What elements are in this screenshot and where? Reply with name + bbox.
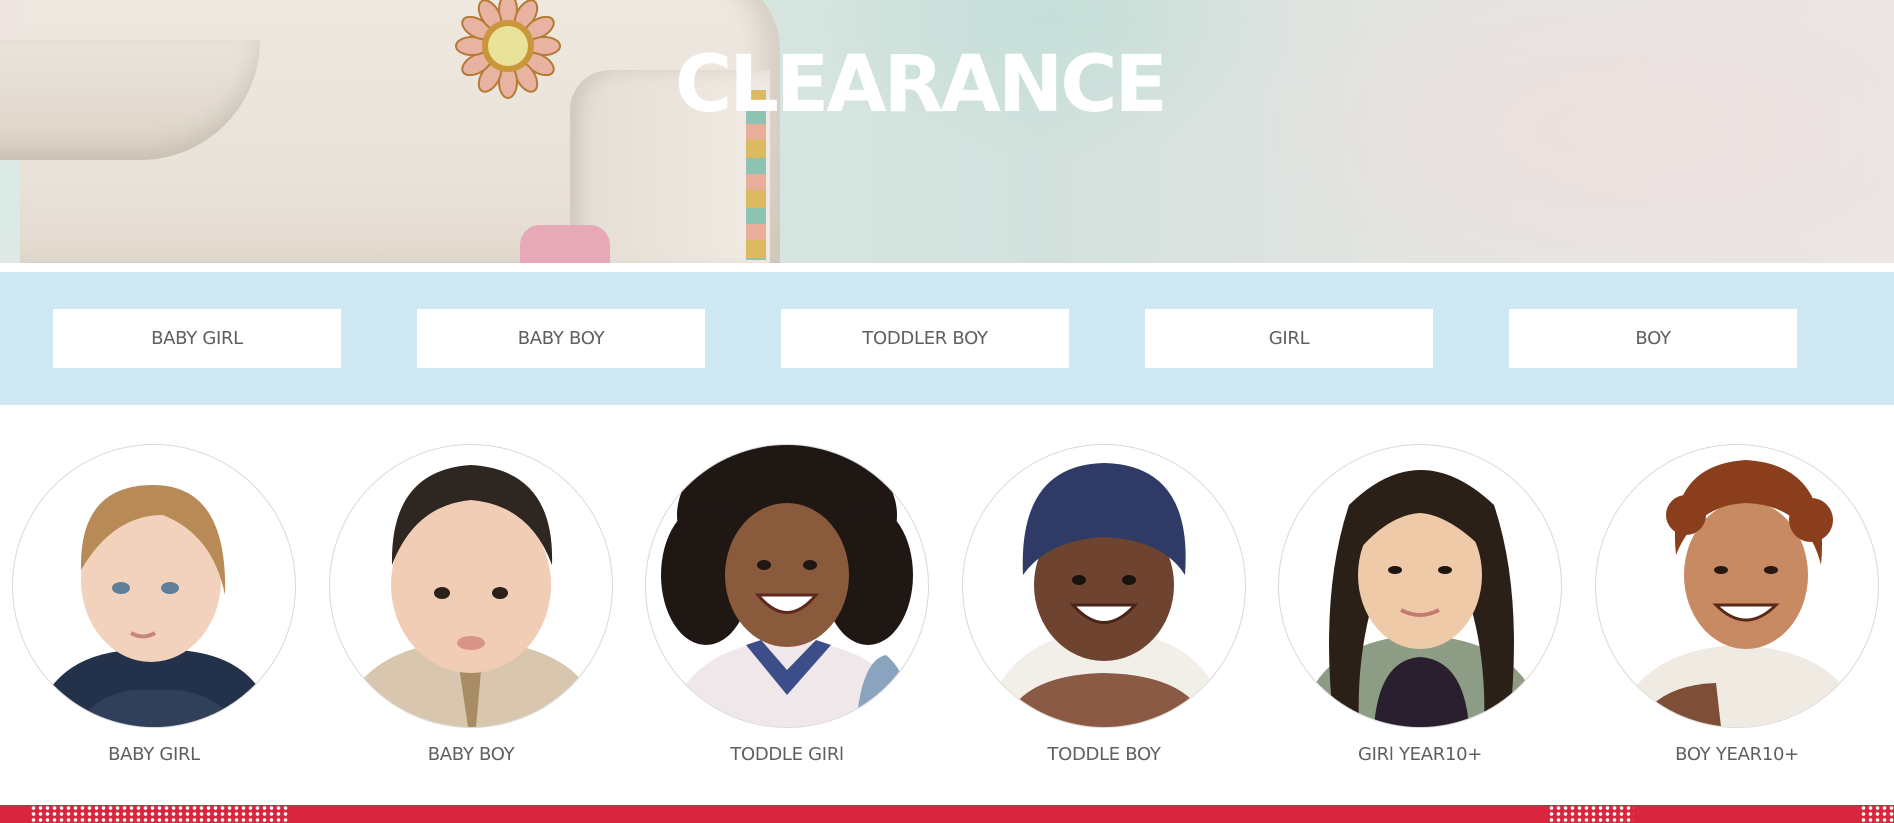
category-button-bar: BABY GIRL BABY BOY TODDLER BOY GIRL BOY	[0, 272, 1894, 405]
flower-graphic-icon	[455, 0, 561, 99]
category-photo[interactable]	[12, 444, 296, 728]
circle-category-label[interactable]: BABY GIRL	[108, 744, 200, 765]
page-title: CLEARANCE	[675, 40, 1168, 130]
category-button-toddler-boy[interactable]: TODDLER BOY	[781, 309, 1069, 368]
category-photo[interactable]	[645, 444, 929, 728]
circle-category-label[interactable]: TODDLE BOY	[1047, 744, 1161, 765]
circle-category-label[interactable]: BOY YEAR10+	[1675, 744, 1799, 765]
circle-category-baby-boy[interactable]: BABY BOY	[329, 444, 613, 765]
decorative-footer-strip	[0, 805, 1894, 823]
category-photo[interactable]	[1595, 444, 1879, 728]
clearance-hero-banner: CLEARANCE	[0, 0, 1894, 263]
category-button-baby-girl[interactable]: BABY GIRL	[53, 309, 341, 368]
circle-category-toddle-girl[interactable]: TODDLE GIRl	[645, 444, 929, 765]
circle-category-label[interactable]: TODDLE GIRl	[730, 744, 844, 765]
category-button-baby-boy[interactable]: BABY BOY	[417, 309, 705, 368]
category-photo[interactable]	[329, 444, 613, 728]
circle-category-label[interactable]: BABY BOY	[428, 744, 515, 765]
circle-category-boy-year10[interactable]: BOY YEAR10+	[1595, 444, 1879, 765]
category-photo[interactable]	[962, 444, 1246, 728]
circle-category-girl-year10[interactable]: GIRl YEAR10+	[1278, 444, 1562, 765]
circle-category-toddle-boy[interactable]: TODDLE BOY	[962, 444, 1246, 765]
category-button-girl[interactable]: GIRL	[1145, 309, 1433, 368]
circle-category-label[interactable]: GIRl YEAR10+	[1358, 744, 1482, 765]
category-photo[interactable]	[1278, 444, 1562, 728]
circle-category-baby-girl[interactable]: BABY GIRL	[12, 444, 296, 765]
category-button-boy[interactable]: BOY	[1509, 309, 1797, 368]
